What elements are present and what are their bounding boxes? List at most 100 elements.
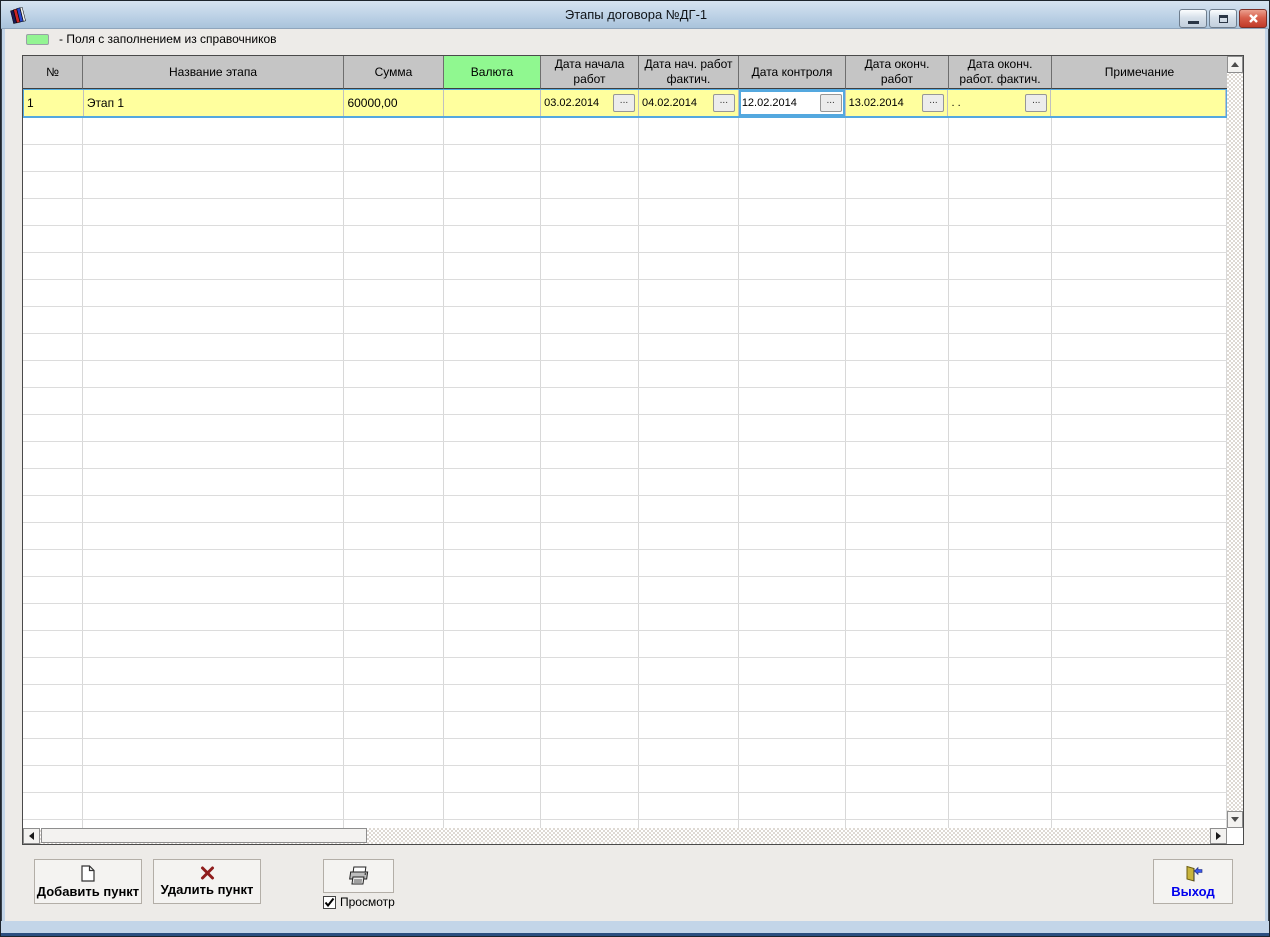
date-control-picker-button[interactable]: ...: [819, 94, 842, 112]
new-document-icon: [81, 864, 95, 882]
empty-grid-row[interactable]: [23, 388, 1227, 415]
exit-door-icon: [1186, 865, 1203, 882]
vertical-scrollbar[interactable]: [1227, 56, 1243, 828]
date-start-picker-button[interactable]: ...: [612, 94, 635, 112]
window-frame-left: [1, 29, 5, 921]
empty-grid-row[interactable]: [23, 496, 1227, 523]
empty-grid-row[interactable]: [23, 442, 1227, 469]
date-control-value: 12.02.2014: [741, 97, 797, 109]
cell-num[interactable]: 1: [24, 90, 84, 116]
arrow-left-icon: [29, 832, 34, 840]
add-item-button[interactable]: Добавить пункт: [34, 859, 142, 904]
empty-grid-row[interactable]: [23, 631, 1227, 658]
date-end-fact-value: . .: [951, 97, 961, 109]
empty-grid-row[interactable]: [23, 415, 1227, 442]
col-header-date-start-fact[interactable]: Дата нач. работ фактич.: [639, 56, 739, 89]
scrollbar-corner: [1227, 828, 1243, 844]
grid-header-row: № Название этапа Сумма Валюта Дата начал…: [23, 56, 1227, 89]
legend-text: - Поля с заполнением из справочников: [59, 32, 277, 46]
empty-grid-row[interactable]: [23, 118, 1227, 145]
add-item-label: Добавить пункт: [36, 883, 140, 899]
empty-grid-row[interactable]: [23, 145, 1227, 172]
window-frame-bottom: [1, 921, 1269, 936]
legend-green-swatch: [26, 34, 49, 45]
date-start-fact-value: 04.02.2014: [641, 97, 698, 109]
arrow-right-icon: [1216, 832, 1221, 840]
cell-amount[interactable]: 60000,00: [344, 90, 445, 116]
empty-grid-row[interactable]: [23, 739, 1227, 766]
date-end-picker-button[interactable]: ...: [922, 94, 945, 112]
empty-grid-row[interactable]: [23, 658, 1227, 685]
scroll-up-button[interactable]: [1227, 56, 1243, 73]
horizontal-scrollbar[interactable]: [23, 828, 1227, 844]
empty-grid-row[interactable]: [23, 199, 1227, 226]
empty-grid-row[interactable]: [23, 280, 1227, 307]
delete-item-label: Удалить пункт: [160, 882, 254, 897]
empty-grid-row[interactable]: [23, 820, 1227, 828]
scroll-right-button[interactable]: [1210, 828, 1227, 844]
col-header-amount[interactable]: Сумма: [344, 56, 444, 89]
date-end-value: 13.02.2014: [848, 97, 904, 109]
col-header-date-control[interactable]: Дата контроля: [739, 56, 846, 89]
cell-date-start-fact[interactable]: 04.02.2014 ...: [639, 90, 739, 116]
date-end-fact-picker-button[interactable]: ...: [1025, 94, 1048, 112]
contract-stages-grid: № Название этапа Сумма Валюта Дата начал…: [22, 55, 1244, 845]
arrow-down-icon: [1231, 817, 1239, 822]
window-title: Этапы договора №ДГ-1: [564, 7, 708, 22]
empty-grid-row[interactable]: [23, 469, 1227, 496]
empty-grid-row[interactable]: [23, 550, 1227, 577]
exit-button[interactable]: Выход: [1153, 859, 1233, 904]
cell-date-control[interactable]: 12.02.2014 ...: [738, 90, 846, 116]
col-header-note[interactable]: Примечание: [1052, 56, 1227, 89]
delete-item-button[interactable]: Удалить пункт: [153, 859, 261, 904]
scroll-left-button[interactable]: [23, 828, 40, 844]
window-frame-right: [1265, 29, 1269, 921]
print-button[interactable]: [323, 859, 394, 893]
col-header-num[interactable]: №: [23, 56, 83, 89]
date-start-fact-picker-button[interactable]: ...: [712, 94, 735, 112]
empty-grid-row[interactable]: [23, 523, 1227, 550]
table-row-stage-1[interactable]: 1 Этап 1 60000,00 03.02.2014 ... 04.02.2…: [23, 89, 1227, 118]
empty-grid-row[interactable]: [23, 766, 1227, 793]
horizontal-scroll-thumb[interactable]: [41, 828, 367, 843]
empty-grid-row[interactable]: [23, 712, 1227, 739]
empty-grid-row[interactable]: [23, 577, 1227, 604]
empty-grid-rows[interactable]: [23, 118, 1227, 828]
empty-grid-row[interactable]: [23, 793, 1227, 820]
cell-date-start[interactable]: 03.02.2014 ...: [541, 90, 639, 116]
red-x-icon: [200, 866, 214, 880]
printer-icon: [348, 866, 368, 885]
scroll-down-button[interactable]: [1227, 811, 1243, 828]
minimize-button[interactable]: [1179, 9, 1207, 28]
empty-grid-row[interactable]: [23, 361, 1227, 388]
empty-grid-row[interactable]: [23, 253, 1227, 280]
app-window: Этапы договора №ДГ-1 - Поля с заполнение…: [0, 0, 1270, 937]
col-header-date-start[interactable]: Дата начала работ: [541, 56, 639, 89]
col-header-stage-name[interactable]: Название этапа: [83, 56, 344, 89]
empty-grid-row[interactable]: [23, 307, 1227, 334]
col-header-date-end-fact[interactable]: Дата оконч. работ. фактич.: [949, 56, 1052, 89]
cell-date-end[interactable]: 13.02.2014 ...: [846, 90, 949, 116]
empty-grid-row[interactable]: [23, 172, 1227, 199]
empty-grid-row[interactable]: [23, 226, 1227, 253]
cell-stage-name[interactable]: Этап 1: [84, 90, 345, 116]
cell-date-end-fact[interactable]: . . ...: [948, 90, 1052, 116]
minimize-icon: [1187, 21, 1199, 24]
empty-grid-row[interactable]: [23, 334, 1227, 361]
preview-label: Просмотр: [340, 895, 395, 909]
empty-grid-row[interactable]: [23, 604, 1227, 631]
cell-currency[interactable]: [444, 90, 542, 116]
cell-note[interactable]: [1051, 90, 1226, 116]
col-header-date-end[interactable]: Дата оконч. работ: [846, 56, 949, 89]
date-start-value: 03.02.2014: [544, 97, 600, 109]
preview-checkbox[interactable]: [323, 895, 336, 909]
close-icon: [1248, 14, 1258, 23]
close-button[interactable]: [1239, 9, 1267, 28]
preview-option: Просмотр: [323, 895, 395, 909]
empty-grid-row[interactable]: [23, 685, 1227, 712]
col-header-currency[interactable]: Валюта: [444, 56, 541, 89]
restore-button[interactable]: [1209, 9, 1237, 28]
exit-label: Выход: [1171, 883, 1215, 899]
title-bar: Этапы договора №ДГ-1: [1, 1, 1269, 29]
restore-icon: [1218, 14, 1228, 23]
